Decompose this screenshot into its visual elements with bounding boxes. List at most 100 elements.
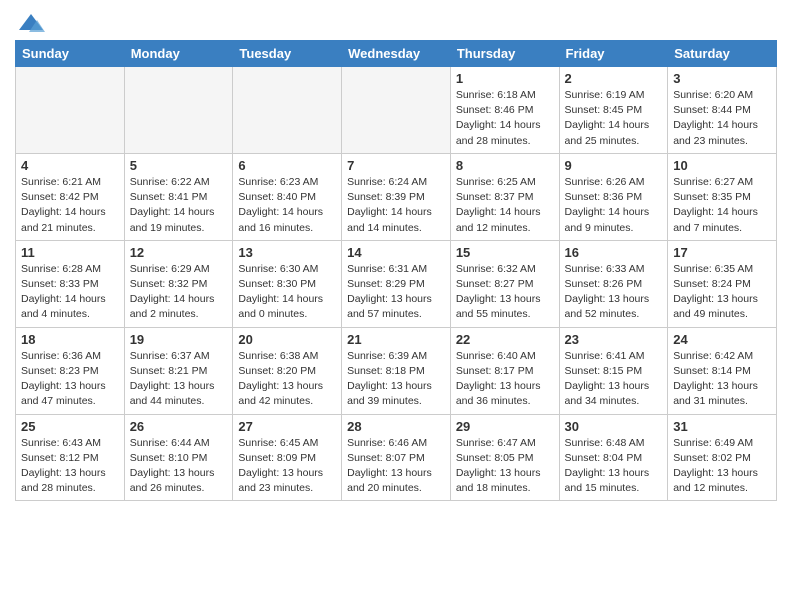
day-info: Sunrise: 6:31 AMSunset: 8:29 PMDaylight:…	[347, 262, 445, 323]
day-info: Sunrise: 6:45 AMSunset: 8:09 PMDaylight:…	[238, 436, 336, 497]
day-info: Sunrise: 6:23 AMSunset: 8:40 PMDaylight:…	[238, 175, 336, 236]
day-number: 27	[238, 419, 336, 434]
day-number: 1	[456, 71, 554, 86]
calendar-cell: 18 Sunrise: 6:36 AMSunset: 8:23 PMDayligh…	[16, 327, 125, 414]
calendar-cell: 4 Sunrise: 6:21 AMSunset: 8:42 PMDaylight…	[16, 153, 125, 240]
day-number: 11	[21, 245, 119, 260]
calendar-cell: 21 Sunrise: 6:39 AMSunset: 8:18 PMDayligh…	[342, 327, 451, 414]
day-info: Sunrise: 6:19 AMSunset: 8:45 PMDaylight:…	[565, 88, 663, 149]
day-info: Sunrise: 6:20 AMSunset: 8:44 PMDaylight:…	[673, 88, 771, 149]
calendar-cell: 16 Sunrise: 6:33 AMSunset: 8:26 PMDayligh…	[559, 240, 668, 327]
weekday-header: Friday	[559, 41, 668, 67]
weekday-header: Thursday	[450, 41, 559, 67]
calendar-cell: 23 Sunrise: 6:41 AMSunset: 8:15 PMDayligh…	[559, 327, 668, 414]
day-info: Sunrise: 6:37 AMSunset: 8:21 PMDaylight:…	[130, 349, 228, 410]
day-info: Sunrise: 6:42 AMSunset: 8:14 PMDaylight:…	[673, 349, 771, 410]
day-info: Sunrise: 6:35 AMSunset: 8:24 PMDaylight:…	[673, 262, 771, 323]
day-number: 8	[456, 158, 554, 173]
calendar-cell: 29 Sunrise: 6:47 AMSunset: 8:05 PMDayligh…	[450, 414, 559, 501]
day-number: 19	[130, 332, 228, 347]
calendar-week-row: 11 Sunrise: 6:28 AMSunset: 8:33 PMDayligh…	[16, 240, 777, 327]
calendar-table: SundayMondayTuesdayWednesdayThursdayFrid…	[15, 40, 777, 501]
day-number: 20	[238, 332, 336, 347]
day-info: Sunrise: 6:30 AMSunset: 8:30 PMDaylight:…	[238, 262, 336, 323]
calendar-cell: 5 Sunrise: 6:22 AMSunset: 8:41 PMDaylight…	[124, 153, 233, 240]
calendar-cell: 19 Sunrise: 6:37 AMSunset: 8:21 PMDayligh…	[124, 327, 233, 414]
day-info: Sunrise: 6:33 AMSunset: 8:26 PMDaylight:…	[565, 262, 663, 323]
calendar-cell: 31 Sunrise: 6:49 AMSunset: 8:02 PMDayligh…	[668, 414, 777, 501]
weekday-header: Wednesday	[342, 41, 451, 67]
day-info: Sunrise: 6:39 AMSunset: 8:18 PMDaylight:…	[347, 349, 445, 410]
weekday-header: Saturday	[668, 41, 777, 67]
calendar-cell: 1 Sunrise: 6:18 AMSunset: 8:46 PMDaylight…	[450, 67, 559, 154]
day-number: 29	[456, 419, 554, 434]
calendar-week-row: 1 Sunrise: 6:18 AMSunset: 8:46 PMDaylight…	[16, 67, 777, 154]
calendar-header-row: SundayMondayTuesdayWednesdayThursdayFrid…	[16, 41, 777, 67]
day-number: 15	[456, 245, 554, 260]
day-number: 31	[673, 419, 771, 434]
calendar-cell: 25Sunrise: 6:43 AMSunset: 8:12 PMDayligh…	[16, 414, 125, 501]
day-number: 18	[21, 332, 119, 347]
calendar-cell: 11 Sunrise: 6:28 AMSunset: 8:33 PMDayligh…	[16, 240, 125, 327]
day-number: 14	[347, 245, 445, 260]
calendar-cell: 9Sunrise: 6:26 AMSunset: 8:36 PMDaylight…	[559, 153, 668, 240]
day-info: Sunrise: 6:26 AMSunset: 8:36 PMDaylight:…	[565, 175, 663, 236]
calendar-week-row: 25Sunrise: 6:43 AMSunset: 8:12 PMDayligh…	[16, 414, 777, 501]
day-info: Sunrise: 6:22 AMSunset: 8:41 PMDaylight:…	[130, 175, 228, 236]
calendar-cell	[233, 67, 342, 154]
day-info: Sunrise: 6:44 AMSunset: 8:10 PMDaylight:…	[130, 436, 228, 497]
day-number: 23	[565, 332, 663, 347]
day-number: 26	[130, 419, 228, 434]
calendar-cell: 10 Sunrise: 6:27 AMSunset: 8:35 PMDayligh…	[668, 153, 777, 240]
day-info: Sunrise: 6:21 AMSunset: 8:42 PMDaylight:…	[21, 175, 119, 236]
day-info: Sunrise: 6:27 AMSunset: 8:35 PMDaylight:…	[673, 175, 771, 236]
calendar-cell: 2 Sunrise: 6:19 AMSunset: 8:45 PMDaylight…	[559, 67, 668, 154]
calendar-week-row: 4 Sunrise: 6:21 AMSunset: 8:42 PMDaylight…	[16, 153, 777, 240]
day-info: Sunrise: 6:18 AMSunset: 8:46 PMDaylight:…	[456, 88, 554, 149]
calendar-cell: 8 Sunrise: 6:25 AMSunset: 8:37 PMDaylight…	[450, 153, 559, 240]
day-info: Sunrise: 6:32 AMSunset: 8:27 PMDaylight:…	[456, 262, 554, 323]
calendar-cell: 13Sunrise: 6:30 AMSunset: 8:30 PMDayligh…	[233, 240, 342, 327]
day-info: Sunrise: 6:41 AMSunset: 8:15 PMDaylight:…	[565, 349, 663, 410]
calendar-cell	[16, 67, 125, 154]
day-number: 30	[565, 419, 663, 434]
calendar-cell	[124, 67, 233, 154]
calendar-cell: 28Sunrise: 6:46 AMSunset: 8:07 PMDayligh…	[342, 414, 451, 501]
calendar-cell: 20 Sunrise: 6:38 AMSunset: 8:20 PMDayligh…	[233, 327, 342, 414]
calendar-cell: 7Sunrise: 6:24 AMSunset: 8:39 PMDaylight…	[342, 153, 451, 240]
weekday-header: Sunday	[16, 41, 125, 67]
day-number: 2	[565, 71, 663, 86]
day-number: 12	[130, 245, 228, 260]
day-info: Sunrise: 6:28 AMSunset: 8:33 PMDaylight:…	[21, 262, 119, 323]
day-number: 17	[673, 245, 771, 260]
day-number: 6	[238, 158, 336, 173]
day-info: Sunrise: 6:29 AMSunset: 8:32 PMDaylight:…	[130, 262, 228, 323]
day-info: Sunrise: 6:43 AMSunset: 8:12 PMDaylight:…	[21, 436, 119, 497]
day-info: Sunrise: 6:25 AMSunset: 8:37 PMDaylight:…	[456, 175, 554, 236]
calendar-cell	[342, 67, 451, 154]
calendar-cell: 30 Sunrise: 6:48 AMSunset: 8:04 PMDayligh…	[559, 414, 668, 501]
day-number: 22	[456, 332, 554, 347]
day-number: 16	[565, 245, 663, 260]
day-number: 21	[347, 332, 445, 347]
day-info: Sunrise: 6:49 AMSunset: 8:02 PMDaylight:…	[673, 436, 771, 497]
day-number: 24	[673, 332, 771, 347]
day-number: 3	[673, 71, 771, 86]
calendar-cell: 17 Sunrise: 6:35 AMSunset: 8:24 PMDayligh…	[668, 240, 777, 327]
logo-icon	[17, 10, 45, 38]
calendar-cell: 12 Sunrise: 6:29 AMSunset: 8:32 PMDayligh…	[124, 240, 233, 327]
day-number: 4	[21, 158, 119, 173]
weekday-header: Tuesday	[233, 41, 342, 67]
calendar-week-row: 18 Sunrise: 6:36 AMSunset: 8:23 PMDayligh…	[16, 327, 777, 414]
day-info: Sunrise: 6:36 AMSunset: 8:23 PMDaylight:…	[21, 349, 119, 410]
day-number: 10	[673, 158, 771, 173]
calendar-cell: 27 Sunrise: 6:45 AMSunset: 8:09 PMDayligh…	[233, 414, 342, 501]
day-info: Sunrise: 6:40 AMSunset: 8:17 PMDaylight:…	[456, 349, 554, 410]
header	[15, 10, 777, 34]
calendar-cell: 26 Sunrise: 6:44 AMSunset: 8:10 PMDayligh…	[124, 414, 233, 501]
day-info: Sunrise: 6:46 AMSunset: 8:07 PMDaylight:…	[347, 436, 445, 497]
day-info: Sunrise: 6:47 AMSunset: 8:05 PMDaylight:…	[456, 436, 554, 497]
day-info: Sunrise: 6:48 AMSunset: 8:04 PMDaylight:…	[565, 436, 663, 497]
day-info: Sunrise: 6:38 AMSunset: 8:20 PMDaylight:…	[238, 349, 336, 410]
day-number: 5	[130, 158, 228, 173]
